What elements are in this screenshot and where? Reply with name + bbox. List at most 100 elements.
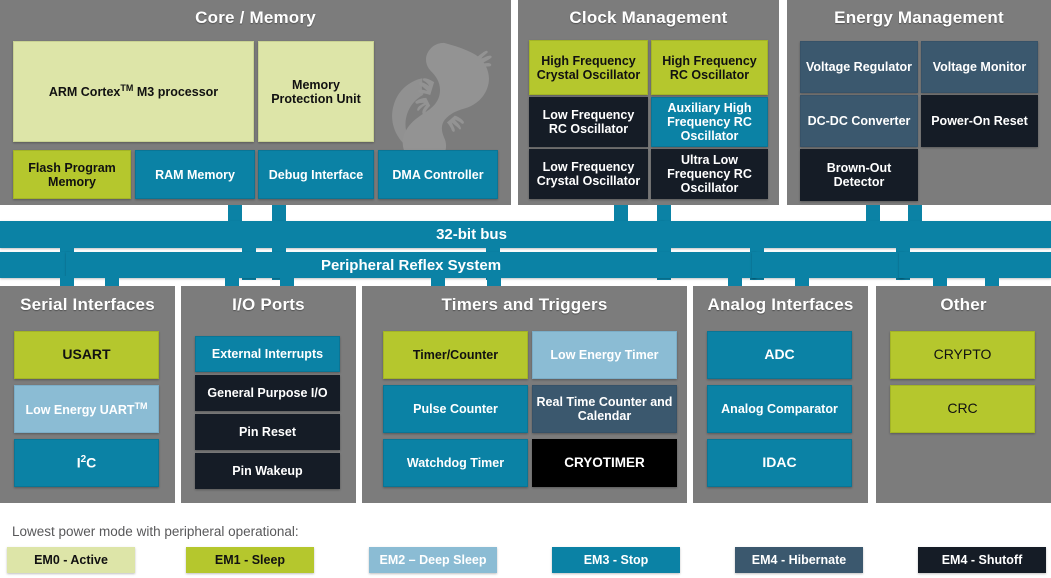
panel-core-memory: Core / Memory ARM CortexTM M3 processor [0,0,511,205]
legend-label: EM1 - Sleep [214,553,286,567]
legend-item-em0-active[interactable]: EM0 - Active [7,547,135,573]
bus-stub-core-b [272,205,286,222]
block-crypto[interactable]: CRYPTO [890,331,1035,379]
block-label: Analog Comparator [721,402,838,416]
panel-title-clock-management: Clock Management [569,8,728,27]
block-pin-reset[interactable]: Pin Reset [195,414,340,450]
block-label: Pulse Counter [413,402,498,416]
block-label: External Interrupts [211,347,324,361]
block-label: High Frequency RC Oscillator [662,53,757,82]
block-memory-protection-unit[interactable]: Memory Protection Unit [258,41,374,142]
block-flash-program-memory[interactable]: Flash Program Memory [13,150,131,199]
panel-analog-interfaces: Analog Interfaces ADC Analog Comparator … [693,286,868,503]
block-idac[interactable]: IDAC [707,439,852,487]
block-timer-counter[interactable]: Timer/Counter [383,331,528,379]
block-label: Watchdog Timer [406,456,505,470]
block-low-frequency-crystal-oscillator[interactable]: Low Frequency Crystal Oscillator [529,149,648,199]
block-ram-memory[interactable]: RAM Memory [135,150,255,199]
block-ultra-low-frequency-rc-oscillator[interactable]: Ultra Low Frequency RC Oscillator [651,149,768,199]
block-pulse-counter[interactable]: Pulse Counter [383,385,528,433]
block-label: CRYOTIMER [564,455,645,471]
block-voltage-regulator[interactable]: Voltage Regulator [800,41,918,93]
block-label: Low Frequency RC Oscillator [542,108,635,136]
legend-item-em4-shutoff[interactable]: EM4 - Shutoff [918,547,1046,573]
bus-stub-core-a [228,205,242,222]
block-label: General Purpose I/O [207,386,328,400]
block-external-interrupts[interactable]: External Interrupts [195,336,340,372]
block-high-frequency-crystal-oscillator[interactable]: High Frequency Crystal Oscillator [529,40,648,95]
block-low-energy-uart[interactable]: Low Energy UARTTM [14,385,159,433]
block-adc[interactable]: ADC [707,331,852,379]
legend-label: EM3 - Stop [583,553,649,567]
block-arm-cortex-m3-processor[interactable]: ARM CortexTM M3 processor [13,41,254,142]
legend-label: EM2 – Deep Sleep [379,553,487,567]
block-low-energy-timer[interactable]: Low Energy Timer [532,331,677,379]
block-label: CRC [947,400,978,417]
block-label: Auxiliary High Frequency RC Oscillator [667,101,752,143]
block-dc-dc-converter[interactable]: DC-DC Converter [800,95,918,147]
legend-label: EM4 - Shutoff [941,553,1023,567]
block-label: Low Energy UARTTM [25,400,148,418]
block-label: Pin Reset [239,425,296,439]
legend-item-em1-sleep[interactable]: EM1 - Sleep [186,547,314,573]
bus-stub-energy-b [908,205,922,222]
block-label: ADC [764,346,795,363]
block-pin-wakeup[interactable]: Pin Wakeup [195,453,340,489]
block-voltage-monitor[interactable]: Voltage Monitor [921,41,1038,93]
panel-title-serial-interfaces: Serial Interfaces [20,295,155,314]
block-low-frequency-rc-oscillator[interactable]: Low Frequency RC Oscillator [529,97,648,147]
block-cryotimer[interactable]: CRYOTIMER [532,439,677,487]
block-label: Ultra Low Frequency RC Oscillator [667,153,752,195]
block-debug-interface[interactable]: Debug Interface [258,150,374,199]
legend-label: EM0 - Active [34,553,108,567]
legend-item-em2-deep-sleep[interactable]: EM2 – Deep Sleep [369,547,497,573]
block-analog-comparator[interactable]: Analog Comparator [707,385,852,433]
block-usart[interactable]: USART [14,331,159,379]
bus-prs-main: Peripheral Reflex System [66,252,756,278]
panel-title-core-memory: Core / Memory [195,8,316,27]
block-label: USART [62,346,111,363]
block-label: Debug Interface [268,167,364,182]
block-label: Voltage Regulator [805,60,913,74]
panel-title-energy-management: Energy Management [834,8,1004,27]
panel-io-ports: I/O Ports External Interrupts General Pu… [181,286,356,503]
block-auxiliary-high-frequency-rc-oscillator[interactable]: Auxiliary High Frequency RC Oscillator [651,97,768,147]
bus-32bit-segment-left [0,221,283,248]
bus-prs-segment-right [899,252,1051,278]
block-crc[interactable]: CRC [890,385,1035,433]
block-label: Real Time Counter and Calendar [536,395,673,423]
block-label: High Frequency Crystal Oscillator [536,53,641,82]
panel-timers-and-triggers: Timers and Triggers Timer/Counter Low En… [362,286,687,503]
panel-clock-management: Clock Management High Frequency Crystal … [518,0,779,205]
bus-prs-segment-left [0,252,70,278]
block-real-time-counter-and-calendar[interactable]: Real Time Counter and Calendar [532,385,677,433]
block-dma-controller[interactable]: DMA Controller [378,150,498,199]
block-power-on-reset[interactable]: Power-On Reset [921,95,1038,147]
block-label: Low Frequency Crystal Oscillator [536,160,641,188]
block-label: RAM Memory [155,167,235,182]
block-label: Voltage Monitor [932,60,1027,74]
block-general-purpose-io[interactable]: General Purpose I/O [195,375,340,411]
panel-title-io-ports: I/O Ports [232,295,305,314]
legend-item-em3-stop[interactable]: EM3 - Stop [552,547,680,573]
block-label: Brown-Out Detector [826,161,892,189]
panel-energy-management: Energy Management Voltage Regulator Volt… [787,0,1051,205]
block-label: DMA Controller [392,167,484,182]
legend-item-em4-hibernate[interactable]: EM4 - Hibernate [735,547,863,573]
block-label: Low Energy Timer [550,348,659,362]
bus-prs-segment-mid [752,252,904,278]
block-high-frequency-rc-oscillator[interactable]: High Frequency RC Oscillator [651,40,768,95]
panel-title-timers-and-triggers: Timers and Triggers [441,295,608,314]
bus-prs-label: Peripheral Reflex System [320,256,502,274]
block-label: IDAC [762,454,797,471]
block-label: Timer/Counter [412,348,499,362]
block-watchdog-timer[interactable]: Watchdog Timer [383,439,528,487]
bus-stub-energy-a [866,205,880,222]
panel-title-analog-interfaces: Analog Interfaces [707,295,854,314]
block-i2c[interactable]: I2C [14,439,159,487]
block-label: Power-On Reset [931,114,1028,128]
legend-label: EM4 - Hibernate [751,553,847,567]
block-label: I2C [76,454,97,471]
gecko-logo-icon [381,33,503,166]
block-brown-out-detector[interactable]: Brown-Out Detector [800,149,918,201]
